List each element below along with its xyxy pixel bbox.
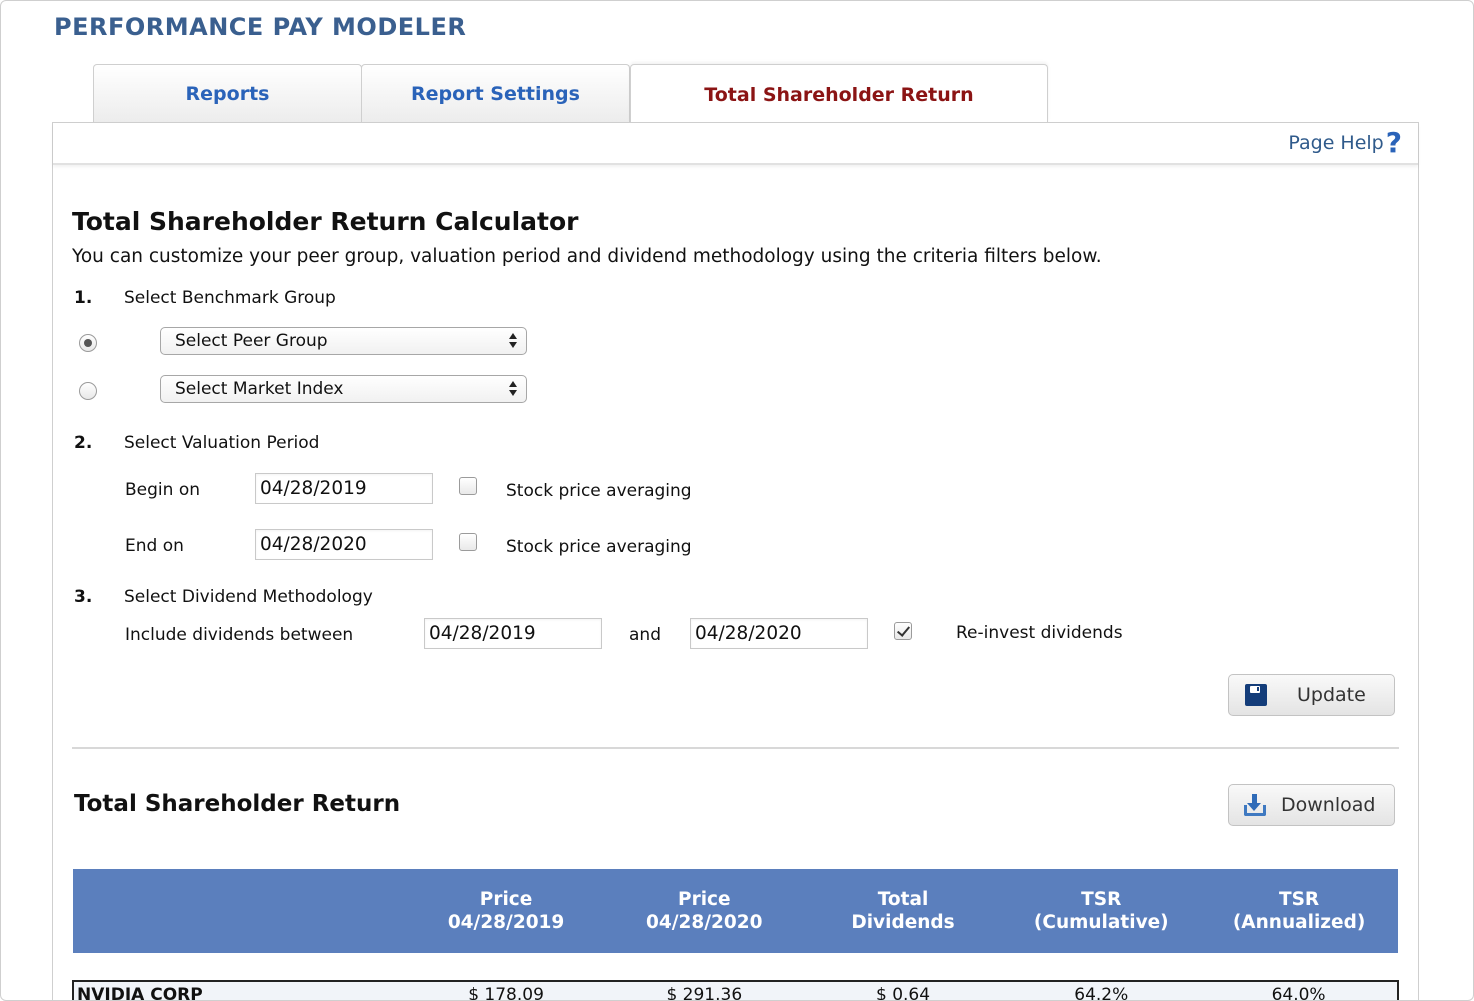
end-on-label: End on bbox=[125, 536, 184, 556]
question-icon: ? bbox=[1385, 126, 1402, 159]
save-icon bbox=[1245, 684, 1267, 706]
step-2-number: 2. bbox=[74, 433, 93, 453]
step-3-number: 3. bbox=[74, 587, 93, 607]
page-help-label: Page Help bbox=[1288, 132, 1384, 154]
page-help-link[interactable]: Page Help ? bbox=[1288, 126, 1402, 159]
end-averaging-label: Stock price averaging bbox=[506, 537, 692, 557]
table-header-row: Price 04/28/2019 Price 04/28/2020 Total Div… bbox=[73, 869, 1398, 953]
main-panel: Page Help ? Total Shareholder Return Cal… bbox=[52, 122, 1419, 1000]
end-averaging-checkbox[interactable] bbox=[459, 533, 477, 551]
download-button[interactable]: Download bbox=[1228, 784, 1395, 826]
download-button-label: Download bbox=[1281, 794, 1376, 816]
tab-report-settings[interactable]: Report Settings bbox=[361, 64, 630, 123]
dividends-to-input[interactable]: 04/28/2020 bbox=[690, 618, 868, 649]
app-title: PERFORMANCE PAY MODELER bbox=[54, 13, 467, 41]
cell-dividends: $ 0.64 bbox=[803, 980, 1003, 1000]
market-index-select[interactable]: Select Market Index bbox=[160, 375, 527, 403]
dividends-from-input[interactable]: 04/28/2019 bbox=[424, 618, 602, 649]
cell-tsr-annualized: 64.0% bbox=[1200, 980, 1399, 1000]
update-button[interactable]: Update bbox=[1228, 674, 1395, 716]
help-bar: Page Help ? bbox=[53, 123, 1418, 165]
dividends-and-label: and bbox=[629, 625, 661, 645]
step-1-label: Select Benchmark Group bbox=[124, 288, 336, 308]
peer-group-select-value: Select Peer Group bbox=[175, 331, 328, 351]
market-index-radio[interactable] bbox=[79, 382, 97, 400]
begin-date-input[interactable]: 04/28/2019 bbox=[255, 473, 433, 504]
peer-group-radio[interactable] bbox=[79, 334, 97, 352]
begin-on-label: Begin on bbox=[125, 480, 200, 500]
column-header-total-dividends: Total Dividends bbox=[803, 869, 1003, 953]
step-2-label: Select Valuation Period bbox=[124, 433, 320, 453]
end-date-input[interactable]: 04/28/2020 bbox=[255, 529, 433, 560]
app-window: PERFORMANCE PAY MODELER Reports Report S… bbox=[0, 0, 1474, 1001]
table-row[interactable]: NVIDIA CORP $ 178.09 $ 291.36 $ 0.64 64.… bbox=[71, 980, 1399, 1000]
reinvest-dividends-checkbox[interactable] bbox=[894, 622, 912, 640]
begin-averaging-label: Stock price averaging bbox=[506, 481, 692, 501]
include-dividends-label: Include dividends between bbox=[125, 625, 354, 645]
cell-company: NVIDIA CORP bbox=[71, 980, 408, 1000]
section-divider bbox=[72, 747, 1399, 749]
step-3-label: Select Dividend Methodology bbox=[124, 587, 373, 607]
cell-tsr-cumulative: 64.2% bbox=[1002, 980, 1201, 1000]
step-1-number: 1. bbox=[74, 288, 93, 308]
column-header-price-end: Price 04/28/2020 bbox=[604, 869, 804, 953]
peer-group-select[interactable]: Select Peer Group bbox=[160, 327, 527, 355]
begin-averaging-checkbox[interactable] bbox=[459, 477, 477, 495]
market-index-select-value: Select Market Index bbox=[175, 379, 344, 399]
download-icon bbox=[1243, 794, 1266, 816]
update-button-label: Update bbox=[1297, 684, 1366, 706]
column-header-price-begin: Price 04/28/2019 bbox=[407, 869, 605, 953]
calculator-description: You can customize your peer group, valua… bbox=[72, 246, 1102, 267]
column-header-tsr-annualized: TSR (Annualized) bbox=[1200, 869, 1398, 953]
reinvest-dividends-label: Re-invest dividends bbox=[956, 623, 1123, 643]
column-header-tsr-cumulative: TSR (Cumulative) bbox=[1002, 869, 1201, 953]
column-header-company bbox=[73, 869, 408, 953]
select-arrows-icon bbox=[508, 331, 518, 351]
cell-price-begin: $ 178.09 bbox=[407, 980, 605, 1000]
tsr-table: Price 04/28/2019 Price 04/28/2020 Total Div… bbox=[71, 869, 1399, 1000]
tab-total-shareholder-return[interactable]: Total Shareholder Return bbox=[630, 64, 1048, 124]
select-arrows-icon bbox=[508, 379, 518, 399]
calculator-title: Total Shareholder Return Calculator bbox=[72, 207, 579, 236]
results-title: Total Shareholder Return bbox=[74, 791, 401, 817]
tab-reports[interactable]: Reports bbox=[93, 64, 362, 123]
cell-price-end: $ 291.36 bbox=[604, 980, 804, 1000]
